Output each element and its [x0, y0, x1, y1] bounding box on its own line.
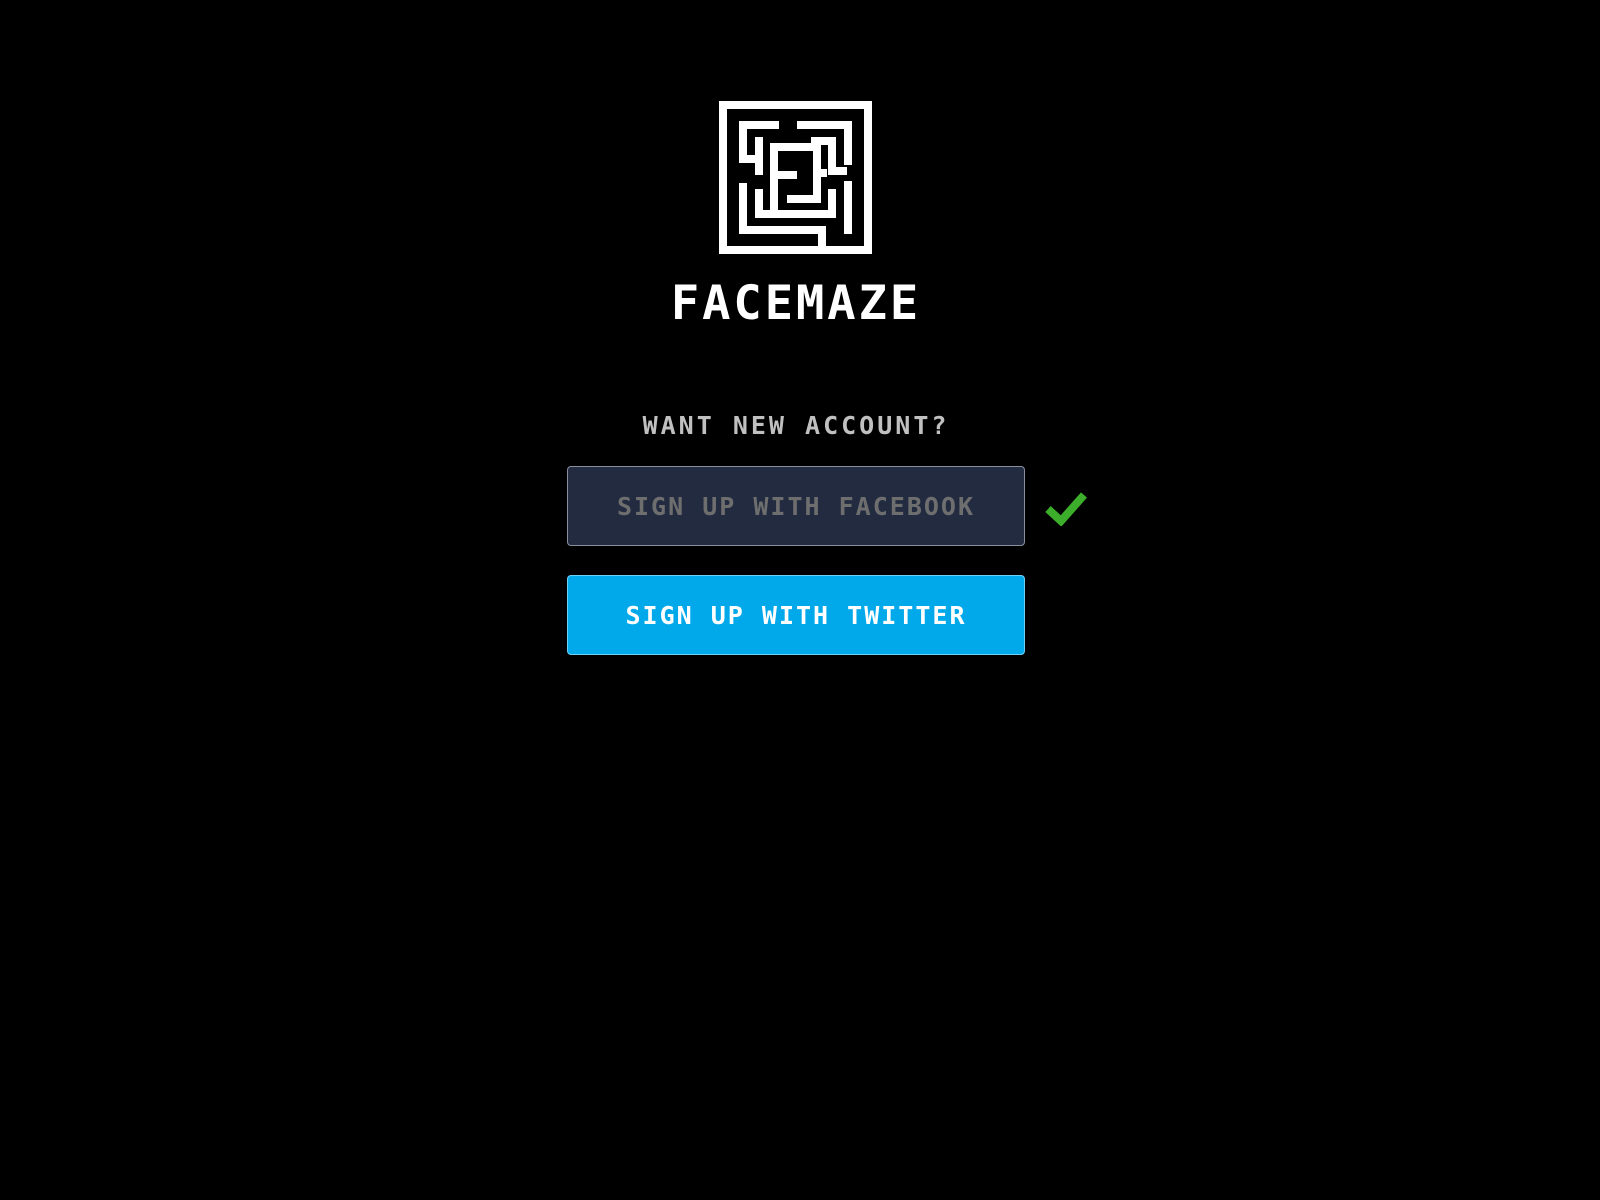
signup-prompt: WANT NEW ACCOUNT? [642, 411, 950, 440]
facebook-signup-button[interactable]: SIGN UP WITH FACEBOOK [567, 466, 1025, 546]
twitter-signup-button[interactable]: SIGN UP WITH TWITTER [567, 575, 1025, 655]
twitter-signup-label: SIGN UP WITH TWITTER [625, 600, 967, 630]
checkmark-icon [1045, 492, 1087, 526]
brand-name: FACEMAZE [670, 276, 922, 331]
facebook-signup-label: SIGN UP WITH FACEBOOK [616, 491, 976, 521]
maze-logo-icon [719, 101, 872, 254]
